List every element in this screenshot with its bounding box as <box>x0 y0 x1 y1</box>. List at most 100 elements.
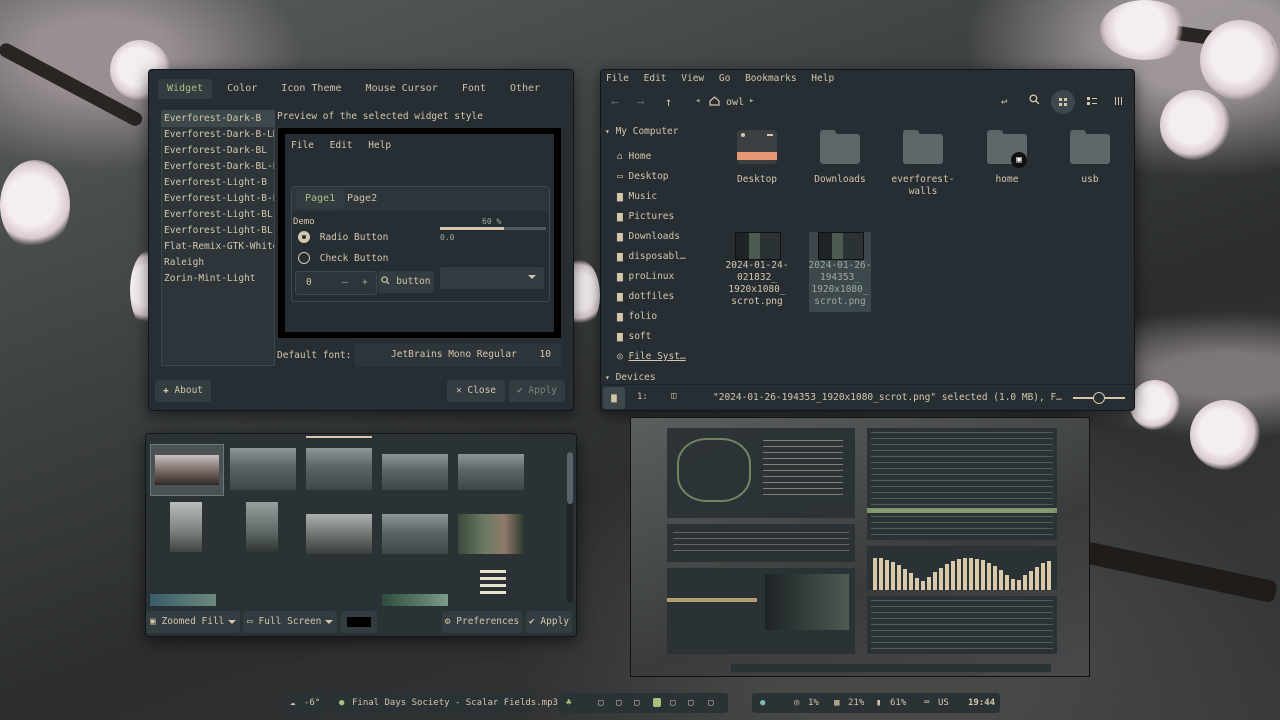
minus-icon[interactable]: — <box>342 272 348 294</box>
theme-item[interactable]: Everforest-Light-B-LB <box>162 191 274 207</box>
workspace-1[interactable]: ▢ <box>598 693 603 713</box>
weather-widget[interactable]: ☁ -6° <box>282 693 328 713</box>
wallpaper-thumb[interactable] <box>382 514 448 554</box>
wallpaper-thumb[interactable] <box>382 454 448 490</box>
sidebar-item-pictures[interactable]: ▆ Pictures <box>617 211 674 222</box>
icon-view-icon[interactable] <box>1051 90 1075 114</box>
tree-icon[interactable]: ♣ <box>566 693 571 713</box>
sidebar-item-desktop[interactable]: ▭ Desktop <box>617 171 669 182</box>
item-everforest-walls[interactable]: everforest-walls <box>883 122 963 202</box>
forward-icon[interactable]: → <box>637 95 644 109</box>
workspace-active[interactable] <box>653 698 661 707</box>
up-icon[interactable]: ↑ <box>665 95 672 109</box>
workspace-6[interactable]: ▢ <box>688 693 693 713</box>
preview-tab-page2[interactable]: Page2 <box>338 189 386 209</box>
wallpaper-apply-button[interactable]: ✔ Apply <box>526 611 572 633</box>
menu-help[interactable]: Help <box>811 73 834 84</box>
wallpaper-thumb[interactable] <box>458 514 524 554</box>
scrollbar-thumb[interactable] <box>567 452 573 504</box>
theme-item[interactable]: Everforest-Dark-B <box>162 111 274 127</box>
color-picker-button[interactable] <box>341 611 377 633</box>
tab-font[interactable]: Font <box>453 79 495 99</box>
theme-item[interactable]: Everforest-Light-BL <box>162 207 274 223</box>
tab-widget[interactable]: Widget <box>158 79 213 99</box>
wallpaper-thumb[interactable] <box>246 502 278 552</box>
sidebar-item-prolinux[interactable]: ▆ proLinux <box>617 271 674 282</box>
section-devices[interactable]: ▾ Devices <box>605 372 656 383</box>
sidebar-item-soft[interactable]: ▆ soft <box>617 331 651 342</box>
wallpaper-thumb-stripes[interactable] <box>480 570 506 598</box>
sidebar-item-folio[interactable]: ▆ folio <box>617 311 657 322</box>
tab-icon-theme[interactable]: Icon Theme <box>272 79 350 99</box>
tab-other[interactable]: Other <box>501 79 549 99</box>
toggle-location-icon[interactable]: ↩ <box>1001 95 1008 108</box>
wallpaper-thumb[interactable] <box>170 502 202 552</box>
check-button[interactable]: Check Button <box>298 252 388 264</box>
tab-color[interactable]: Color <box>218 79 266 99</box>
sidebar-item-filesystem[interactable]: ◎ File Syst… <box>617 351 686 362</box>
combo-box[interactable] <box>440 267 544 289</box>
wallpaper-thumb[interactable] <box>150 594 216 606</box>
workspace-7[interactable]: ▢ <box>708 693 713 713</box>
close-button[interactable]: ✕ Close <box>447 380 505 402</box>
radio-button[interactable]: Radio Button <box>298 231 388 243</box>
theme-item[interactable]: Everforest-Dark-B-LB <box>162 127 274 143</box>
sidebar-toggle-icon[interactable]: ◫ <box>671 391 676 401</box>
theme-item[interactable]: Zorin-Mint-Light <box>162 271 274 287</box>
item-desktop[interactable]: Desktop <box>717 122 797 192</box>
breadcrumb[interactable]: owl <box>709 96 744 108</box>
item-screenshot-1[interactable]: 2024-01-24- 021832_ 1920x1080_ scrot.png <box>717 232 797 312</box>
sidebar-item-music[interactable]: ▆ Music <box>617 191 657 202</box>
item-usb[interactable]: usb <box>1050 122 1130 192</box>
preview-menu-edit[interactable]: Edit <box>330 140 353 151</box>
sidebar-item-disposable[interactable]: ▆ disposabl… <box>617 251 686 262</box>
chevron-left-icon[interactable]: ◂ <box>695 96 700 106</box>
wallpaper-thumb[interactable] <box>306 448 372 490</box>
menu-go[interactable]: Go <box>719 73 730 84</box>
app-icon[interactable]: ● <box>760 693 765 713</box>
menu-bookmarks[interactable]: Bookmarks <box>745 73 796 84</box>
plus-icon[interactable]: + <box>362 272 368 294</box>
preferences-button[interactable]: ⚙ Preferences <box>442 611 522 633</box>
section-my-computer[interactable]: ▾ My Computer <box>605 126 678 137</box>
sidebar-item-downloads[interactable]: ▆ Downloads <box>617 231 680 242</box>
zoom-slider[interactable] <box>1073 392 1125 404</box>
sidebar-item-home[interactable]: ⌂ Home <box>617 151 651 162</box>
zoom-mode-select[interactable]: ▣ Zoomed Fill <box>146 611 240 633</box>
theme-item[interactable]: Flat-Remix-GTK-White-Darkest <box>162 239 274 255</box>
chevron-right-icon[interactable]: ▸ <box>749 96 754 106</box>
workspace-3[interactable]: ▢ <box>634 693 639 713</box>
item-home[interactable]: ▣ home <box>967 122 1047 192</box>
screen-select[interactable]: ▭ Full Screen <box>243 611 337 633</box>
places-button[interactable]: ▆ <box>603 387 625 409</box>
slider-handle[interactable] <box>1093 392 1105 404</box>
preview-menu-help[interactable]: Help <box>368 140 391 151</box>
item-downloads[interactable]: Downloads <box>800 122 880 192</box>
sidebar-item-dotfiles[interactable]: ▆ dotfiles <box>617 291 674 302</box>
menu-file[interactable]: File <box>606 73 629 84</box>
workspace-2[interactable]: ▢ <box>616 693 621 713</box>
back-icon[interactable]: ← <box>611 95 618 109</box>
item-screenshot-2[interactable]: 2024-01-26- 194353_ 1920x1080_ scrot.png <box>809 232 871 312</box>
wallpaper-thumb[interactable] <box>230 448 296 490</box>
theme-item[interactable]: Raleigh <box>162 255 274 271</box>
tree-button[interactable]: 1: <box>637 392 648 402</box>
theme-item[interactable]: Everforest-Light-B <box>162 175 274 191</box>
wallpaper-thumb-selected[interactable] <box>150 444 224 496</box>
theme-item[interactable]: Everforest-Dark-BL <box>162 143 274 159</box>
menu-edit[interactable]: Edit <box>644 73 667 84</box>
music-widget[interactable]: ● Final Days Society - Scalar Fields.mp3 <box>332 693 558 713</box>
workspace-5[interactable]: ▢ <box>670 693 675 713</box>
search-icon[interactable] <box>1029 94 1040 108</box>
preview-menu-file[interactable]: File <box>291 140 314 151</box>
wallpaper-thumb[interactable] <box>458 454 524 490</box>
wallpaper-thumb[interactable] <box>306 514 372 554</box>
list-view-icon[interactable] <box>1087 96 1097 109</box>
wallpaper-scrollbar[interactable] <box>567 452 573 602</box>
font-picker-button[interactable]: JetBrains Mono Regular 10 <box>355 343 561 367</box>
screenshot-preview[interactable] <box>630 417 1090 677</box>
wallpaper-thumb[interactable] <box>382 594 448 606</box>
spin-button[interactable]: 0 — + <box>295 271 377 295</box>
menu-view[interactable]: View <box>681 73 704 84</box>
tab-mouse-cursor[interactable]: Mouse Cursor <box>357 79 447 99</box>
